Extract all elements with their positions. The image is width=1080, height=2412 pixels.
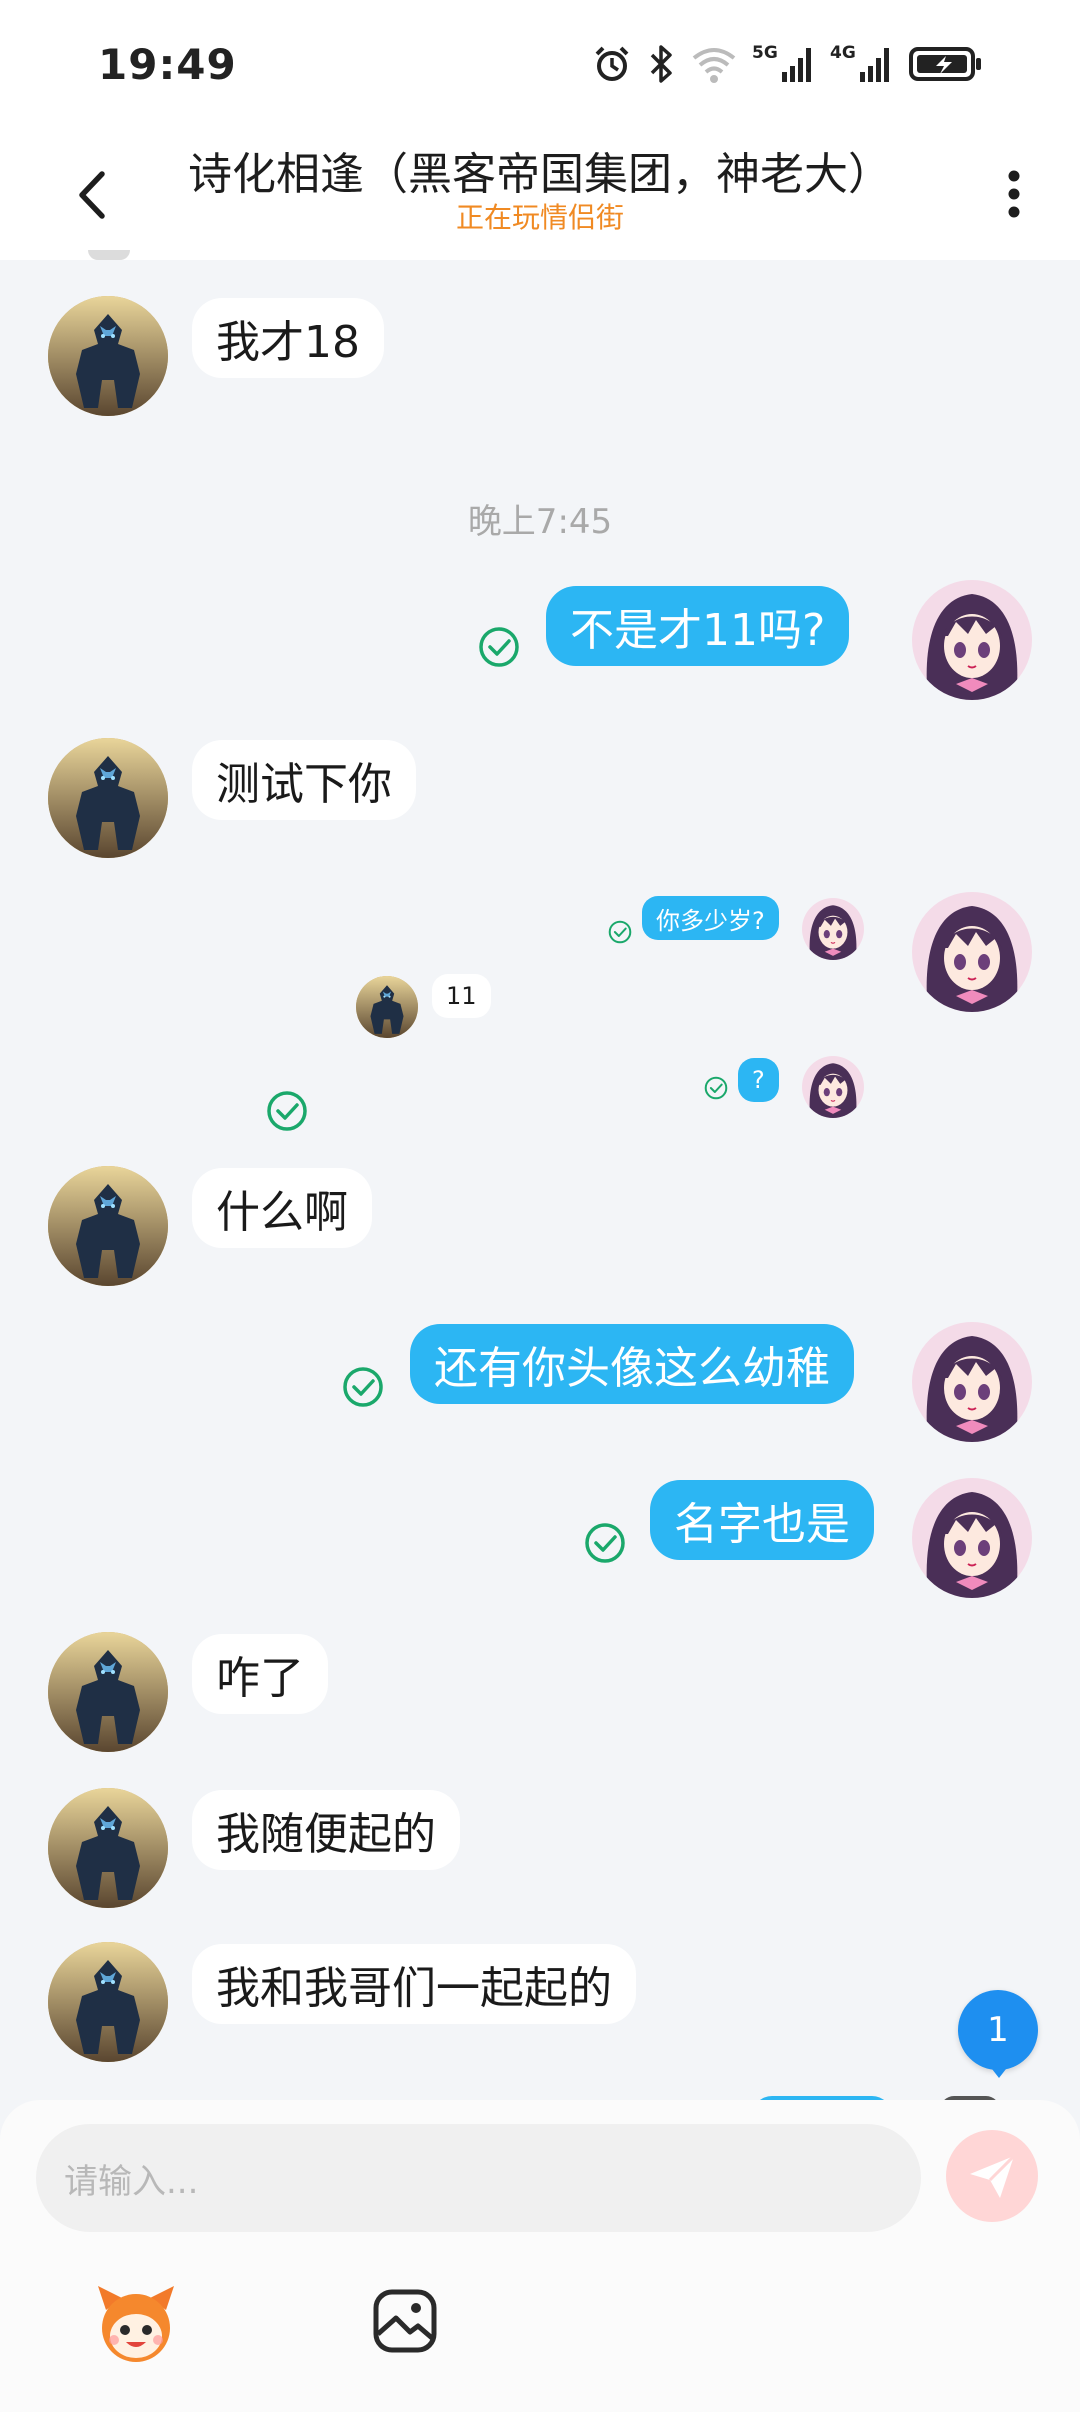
check-circle-icon [478, 626, 520, 668]
input-area: 请输入... [0, 2100, 1080, 2412]
emoji-mascot-icon [98, 2286, 174, 2362]
unread-badge-tail [985, 2060, 1013, 2078]
message-bubble-incoming[interactable]: 我和我哥们一起起的 [192, 1944, 636, 2024]
emoji-button[interactable] [92, 2280, 180, 2368]
avatar-me-small [802, 898, 864, 960]
more-options-button[interactable] [990, 154, 1038, 234]
avatar-other[interactable] [48, 1942, 168, 2062]
alarm-icon [592, 44, 632, 84]
quoted-bubble-outgoing: ? [738, 1058, 779, 1102]
chat-header: 诗化相逢（黑客帝国集团，神老大） 正在玩情侣街 [0, 130, 1080, 260]
avatar-me[interactable] [912, 892, 1032, 1012]
message-bubble-incoming[interactable]: 我随便起的 [192, 1790, 460, 1870]
message-bubble-outgoing[interactable]: 不是才11吗? [546, 586, 850, 666]
chat-timestamp: 晚上7:45 [467, 502, 613, 542]
net-4g-label: 4G [830, 43, 856, 63]
avatar-me[interactable] [912, 580, 1032, 700]
avatar-other-small [356, 976, 418, 1038]
chat-title: 诗化相逢（黑客帝国集团，神老大） [188, 149, 892, 200]
message-bubble-incoming[interactable]: 什么啊 [192, 1168, 372, 1248]
back-button[interactable] [60, 160, 130, 230]
check-circle-icon [342, 1366, 384, 1408]
check-circle-icon [266, 1090, 308, 1132]
message-bubble-incoming[interactable]: 测试下你 [192, 740, 416, 820]
status-time: 19:49 [98, 40, 237, 89]
chevron-left-icon [79, 171, 105, 219]
avatar-other[interactable] [48, 738, 168, 858]
avatar-other[interactable] [48, 1632, 168, 1752]
avatar-me[interactable] [912, 1322, 1032, 1442]
status-icons: 5G 4G [592, 38, 984, 90]
check-circle-icon [608, 920, 632, 944]
quoted-screenshot[interactable]: 你多少岁? 11 ? [340, 880, 900, 1140]
quoted-bubble-incoming: 11 [432, 974, 491, 1018]
message-input[interactable]: 请输入... [36, 2124, 921, 2232]
avatar-me-small [802, 1056, 864, 1118]
avatar-partial [88, 250, 130, 260]
avatar-other[interactable] [48, 1788, 168, 1908]
check-circle-icon [704, 1076, 728, 1100]
quoted-bubble-outgoing: 你多少岁? [642, 896, 779, 940]
unread-badge[interactable]: 1 [958, 1990, 1038, 2070]
check-circle-icon [584, 1522, 626, 1564]
message-bubble-outgoing[interactable]: 还有你头像这么幼稚 [410, 1324, 854, 1404]
bluetooth-icon [646, 43, 676, 85]
signal-5g-icon: 5G [752, 42, 816, 86]
battery-icon [908, 44, 984, 84]
avatar-other[interactable] [48, 1166, 168, 1286]
chat-status: 正在玩情侣街 [455, 201, 624, 234]
image-button[interactable] [370, 2286, 440, 2356]
status-bar: 19:49 5G 4G [0, 0, 1080, 130]
wifi-icon [690, 44, 738, 84]
message-bubble-incoming[interactable]: 咋了 [192, 1634, 328, 1714]
message-bubble-outgoing[interactable]: 名字也是 [650, 1480, 874, 1560]
message-bubble-incoming[interactable]: 我才18 [192, 298, 384, 378]
net-5g-label: 5G [752, 43, 778, 63]
send-button[interactable] [946, 2130, 1038, 2222]
image-icon [373, 2289, 437, 2353]
signal-4g-icon: 4G [830, 42, 894, 86]
avatar-me[interactable] [912, 1478, 1032, 1598]
send-icon [970, 2154, 1016, 2198]
avatar-other[interactable] [48, 296, 168, 416]
more-vertical-icon [1008, 170, 1020, 218]
